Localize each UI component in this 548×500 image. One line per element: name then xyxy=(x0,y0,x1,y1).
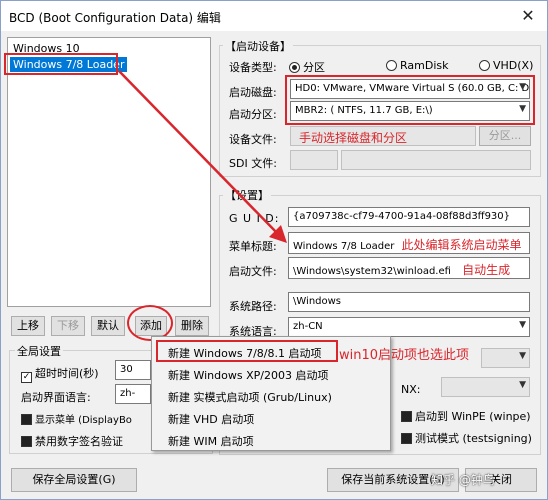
bcd-editor-window: BCD (Boot Configuration Data) 编辑 ✕ Windo… xyxy=(0,0,548,500)
annotation-arrow xyxy=(118,70,287,243)
arrow-line xyxy=(118,70,280,236)
